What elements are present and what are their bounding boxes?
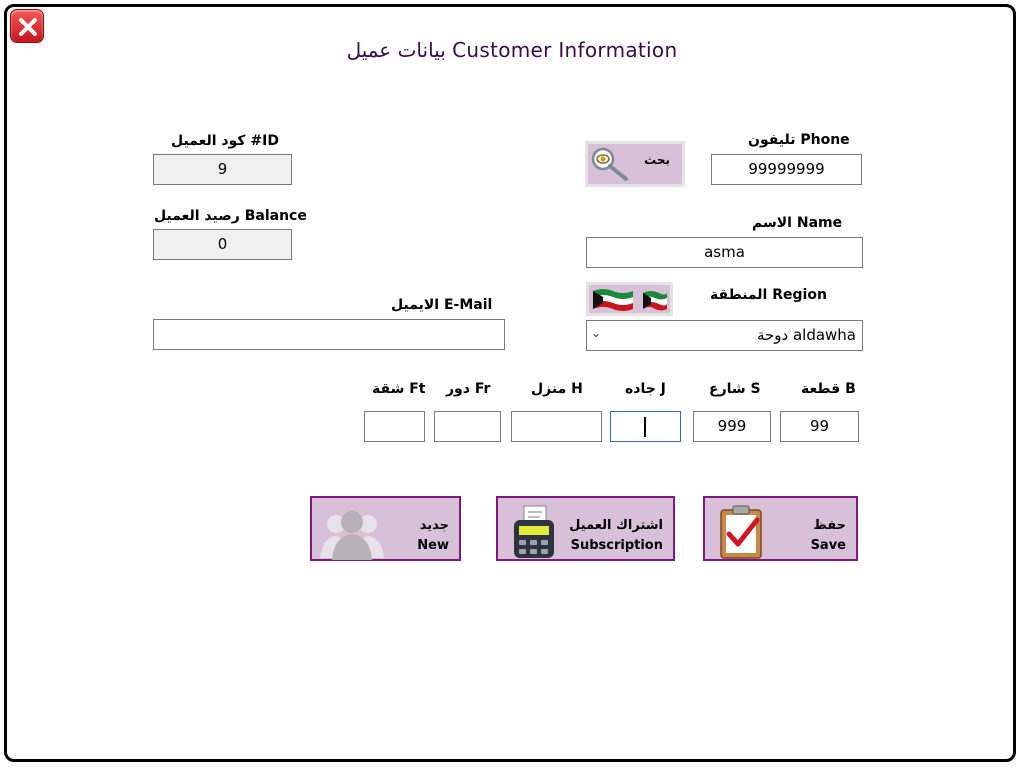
street-label: شارع S	[709, 381, 761, 397]
balance-label: رصيد العميل Balance	[154, 208, 307, 224]
flat-label: شقة Ft	[372, 381, 426, 397]
street-field[interactable]: 999	[693, 411, 771, 442]
chevron-down-icon: ⌄	[591, 326, 602, 340]
subscription-button-label: Subscription	[570, 538, 663, 553]
save-button-label: Save	[810, 538, 846, 553]
subscription-button-arabic: اشتراك العميل	[569, 518, 663, 533]
balance-field[interactable]: 0	[153, 229, 292, 260]
save-button-arabic: حفظ	[813, 518, 846, 533]
magnifier-icon	[591, 147, 628, 181]
page-title: بيانات عميل Customer Information	[346, 38, 678, 62]
clipboard-check-icon	[720, 505, 762, 559]
customer-id-field[interactable]: 9	[153, 154, 292, 185]
region-select[interactable]: ⌄ دوحة aldawha	[586, 320, 863, 351]
phone-field[interactable]: 99999999	[711, 154, 862, 185]
email-label: الايميل E-Mail	[391, 297, 493, 313]
form-window	[4, 4, 1016, 762]
save-button[interactable]: حفظ Save	[703, 496, 858, 561]
new-button-label: New	[417, 538, 449, 553]
search-button-label: بحث	[644, 153, 670, 167]
name-label: الاسم Name	[752, 215, 843, 231]
avenue-field[interactable]	[610, 411, 681, 442]
new-button[interactable]: جديد New	[310, 496, 461, 561]
new-button-arabic: جديد	[419, 518, 449, 533]
text-caret	[644, 417, 646, 437]
flat-field[interactable]	[364, 411, 425, 442]
phone-label: تليفون Phone	[748, 132, 850, 148]
payment-terminal-icon	[514, 505, 554, 558]
search-button[interactable]: بحث	[585, 141, 685, 187]
subscription-button[interactable]: اشتراك العميل Subscription	[496, 496, 675, 561]
floor-label: دور Fr	[446, 381, 491, 397]
region-flags-button[interactable]	[586, 282, 673, 316]
block-field[interactable]: 99	[780, 411, 859, 442]
name-field[interactable]: asma	[586, 237, 863, 268]
kuwait-flag-icon	[593, 289, 667, 311]
house-label: منزل H	[531, 381, 583, 397]
customer-id-label: كود العميل #ID	[171, 133, 279, 149]
avenue-label: جاده J	[625, 381, 666, 397]
email-field[interactable]	[153, 319, 505, 350]
house-field[interactable]	[511, 411, 602, 442]
close-icon	[19, 18, 37, 36]
region-select-value: دوحة aldawha	[756, 326, 856, 344]
users-icon	[320, 511, 384, 560]
region-label: المنطقة Region	[710, 287, 827, 303]
floor-field[interactable]	[434, 411, 501, 442]
block-label: قطعة B	[801, 381, 856, 397]
